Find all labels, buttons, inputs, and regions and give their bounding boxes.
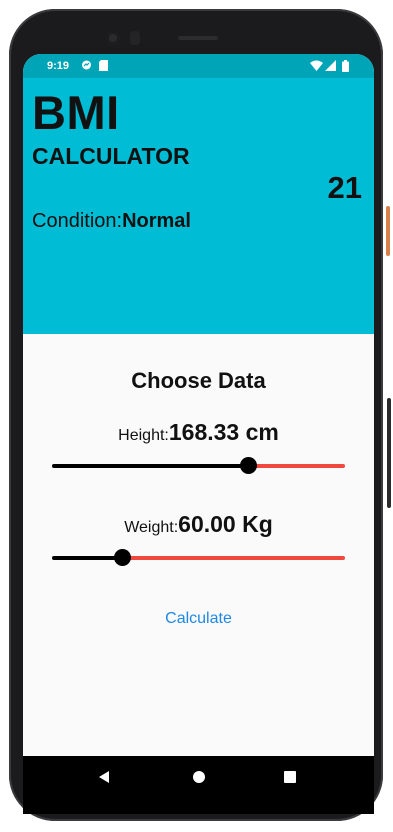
home-icon[interactable] — [193, 771, 205, 783]
condition-label: Condition: — [32, 210, 123, 232]
status-time: 9:19 — [47, 60, 70, 72]
battery-icon — [342, 60, 349, 75]
weight-label: Weight: — [124, 519, 179, 536]
app-title: BMI — [32, 86, 120, 139]
data-panel: Choose Data Height:168.33 cm Weight:60.0… — [23, 334, 374, 756]
condition-value: Normal — [122, 210, 191, 232]
height-slider-inactive-track — [248, 464, 345, 468]
status-bar: 9:19 — [23, 54, 374, 78]
app-screen: 9:19 BMI CALCULATOR 21 Condition:Normal … — [23, 54, 374, 814]
signal-icon — [325, 60, 336, 74]
height-label: Height: — [118, 427, 169, 444]
power-button — [386, 206, 390, 256]
weight-slider-active-track — [52, 556, 123, 560]
weight-value: 60.00 Kg — [178, 511, 273, 537]
height-slider-active-track — [52, 464, 249, 468]
bmi-value: 21 — [327, 170, 362, 205]
front-camera-icon — [106, 31, 120, 45]
earpiece-speaker — [178, 36, 218, 40]
result-header: BMI CALCULATOR 21 Condition:Normal — [23, 78, 374, 334]
wifi-icon — [310, 60, 323, 74]
height-value: 168.33 cm — [168, 419, 279, 445]
weight-slider[interactable] — [52, 547, 345, 567]
app-subtitle: CALCULATOR — [32, 143, 190, 169]
weight-readout: Weight:60.00 Kg — [23, 511, 374, 538]
proximity-sensor — [130, 31, 140, 45]
weight-slider-inactive-track — [122, 556, 345, 560]
recents-icon[interactable] — [284, 771, 296, 783]
messenger-icon — [81, 60, 92, 74]
height-slider-thumb[interactable] — [240, 457, 258, 474]
navigation-bar — [23, 756, 374, 814]
choose-data-heading: Choose Data — [131, 368, 266, 393]
back-icon[interactable] — [99, 771, 109, 783]
condition-text: Condition:Normal — [32, 209, 191, 233]
weight-slider-thumb[interactable] — [114, 549, 132, 566]
volume-button — [387, 398, 391, 508]
height-readout: Height:168.33 cm — [23, 419, 374, 446]
height-slider[interactable] — [52, 455, 345, 475]
sd-card-icon — [99, 60, 108, 74]
calculate-button[interactable]: Calculate — [148, 605, 249, 633]
